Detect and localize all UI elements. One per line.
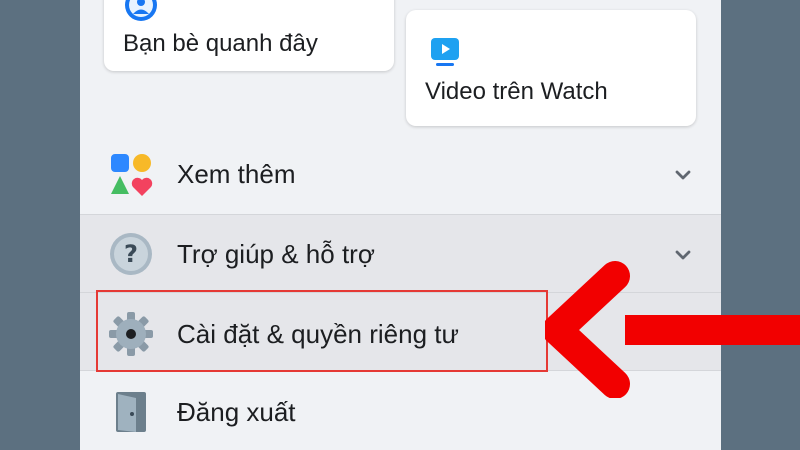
menu-item-label: Đăng xuất bbox=[177, 397, 296, 427]
friends-nearby-icon bbox=[125, 0, 157, 21]
help-icon: ? bbox=[110, 233, 152, 275]
see-more-icon bbox=[111, 154, 153, 196]
friends-nearby-label: Bạn bè quanh đây bbox=[123, 30, 318, 57]
red-arrow-annotation bbox=[545, 261, 800, 398]
svg-text:?: ? bbox=[124, 240, 138, 268]
menu-item-label: Trợ giúp & hỗ trợ bbox=[177, 239, 375, 269]
chevron-down-icon[interactable] bbox=[673, 165, 693, 185]
watch-icon bbox=[431, 38, 459, 66]
highlight-box bbox=[96, 290, 548, 372]
watch-videos-label: Video trên Watch bbox=[425, 78, 608, 105]
menu-item-label: Xem thêm bbox=[177, 159, 296, 189]
watch-videos-card[interactable]: Video trên Watch bbox=[406, 10, 696, 126]
logout-door-icon bbox=[116, 392, 146, 432]
menu-item-see-more[interactable]: Xem thêm bbox=[80, 137, 721, 215]
friends-nearby-card[interactable]: Bạn bè quanh đây bbox=[104, 0, 394, 71]
